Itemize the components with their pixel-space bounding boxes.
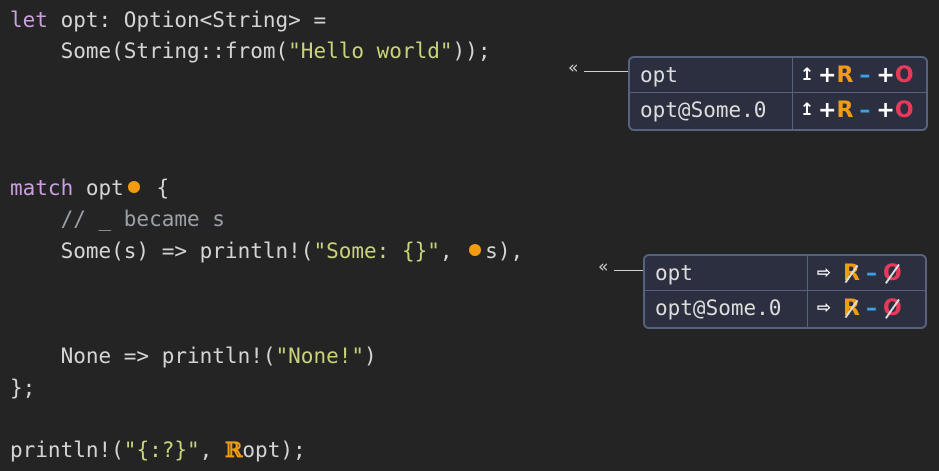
code-text: ); [280,438,306,462]
read-permission-removed[interactable]: R [843,296,860,321]
collapse-chevron-icon[interactable]: « [598,257,608,277]
move-up-icon: ↥ [799,65,815,85]
code-text: Some(String::from( [10,39,289,63]
permission-cells: ↥ + R – + O [796,58,914,92]
plus-sign: + [818,62,837,88]
code-line-10: None => println!("None!") [10,341,377,371]
permission-cells: ⇨ R – O [813,291,902,325]
code-text: println!( [10,438,124,462]
code-line-6: // _ became s [10,204,225,234]
own-permission-removed[interactable]: O [883,296,902,321]
own-permission[interactable]: O [895,98,914,123]
code-text: s [485,239,498,263]
read-permission[interactable]: R [836,98,853,123]
write-permission[interactable]: – [859,63,870,88]
permission-row: opt ⇨ R – O [645,256,925,290]
connector-line [584,71,628,72]
keyword: match [10,176,74,200]
read-permission[interactable]: R [836,63,853,88]
exit-arrow-icon: ⇨ [816,263,832,283]
string-literal: "{:?}" [123,438,200,462]
write-permission[interactable]: – [859,98,870,123]
plus-sign: + [876,62,895,88]
place-path: opt [655,261,693,285]
place-path: opt [640,63,678,87]
code-text: }; [10,376,36,400]
read-permission-icon[interactable]: ℝ [225,437,242,462]
code-text: { [143,176,170,200]
permission-row: opt ↥ + R – + O [630,58,926,92]
write-permission[interactable]: – [866,296,877,321]
code-text: opt [242,438,281,462]
code-line-2: Some(String::from("Hello world")); [10,36,491,66]
own-permission-removed[interactable]: O [883,261,902,286]
code-line-7: Some(s) => println!("Some: {}", s), [10,236,524,266]
permission-cells: ↥ + R – + O [796,93,914,127]
permission-row: opt@Some.0 ⇨ R – O [645,290,925,325]
plus-sign: + [818,97,837,123]
code-text: ) [364,344,377,368]
read-permission-removed[interactable]: R [843,261,860,286]
code-text: None => println!( [10,344,276,368]
exit-arrow-icon: ⇨ [816,298,832,318]
permission-box-bottom: opt ⇨ R – O opt@Some.0 ⇨ R – O [643,254,927,329]
code-text: opt: Option<String> = [47,8,327,32]
string-literal: "Hello world" [288,39,453,63]
code-line-1: let opt: Option<String> = [10,5,326,35]
code-line-13: println!("{:?}", ℝopt); [10,435,306,465]
plus-sign: + [876,97,895,123]
code-text: opt [73,176,124,200]
code-text: Some(s) => println!( [10,239,314,263]
string-literal: "None!" [275,344,365,368]
code-line-5: match opt { [10,173,169,203]
code-line-11: }; [10,373,35,403]
permission-dot-icon[interactable] [469,244,482,256]
connector-line [614,270,644,271]
permission-cells: ⇨ R – O [813,256,902,290]
code-text: )); [452,39,491,63]
move-up-icon: ↥ [799,100,815,120]
code-editor: let opt: Option<String> = Some(String::f… [0,0,939,471]
string-literal: "Some: {}" [313,239,440,263]
keyword: let [10,8,48,32]
place-path: opt@Some.0 [640,98,767,122]
comment: // _ became s [10,207,225,231]
permission-dot-icon[interactable] [127,181,140,193]
write-permission[interactable]: – [866,261,877,286]
place-path: opt@Some.0 [655,296,782,320]
code-text: , [199,438,225,462]
code-text: ), [497,239,524,263]
permission-box-top: opt ↥ + R – + O opt@Some.0 ↥ + R – + O [628,56,928,131]
permission-row: opt@Some.0 ↥ + R – + O [630,92,926,127]
collapse-chevron-icon[interactable]: « [568,58,578,78]
code-text: , [439,239,466,263]
own-permission[interactable]: O [895,63,914,88]
